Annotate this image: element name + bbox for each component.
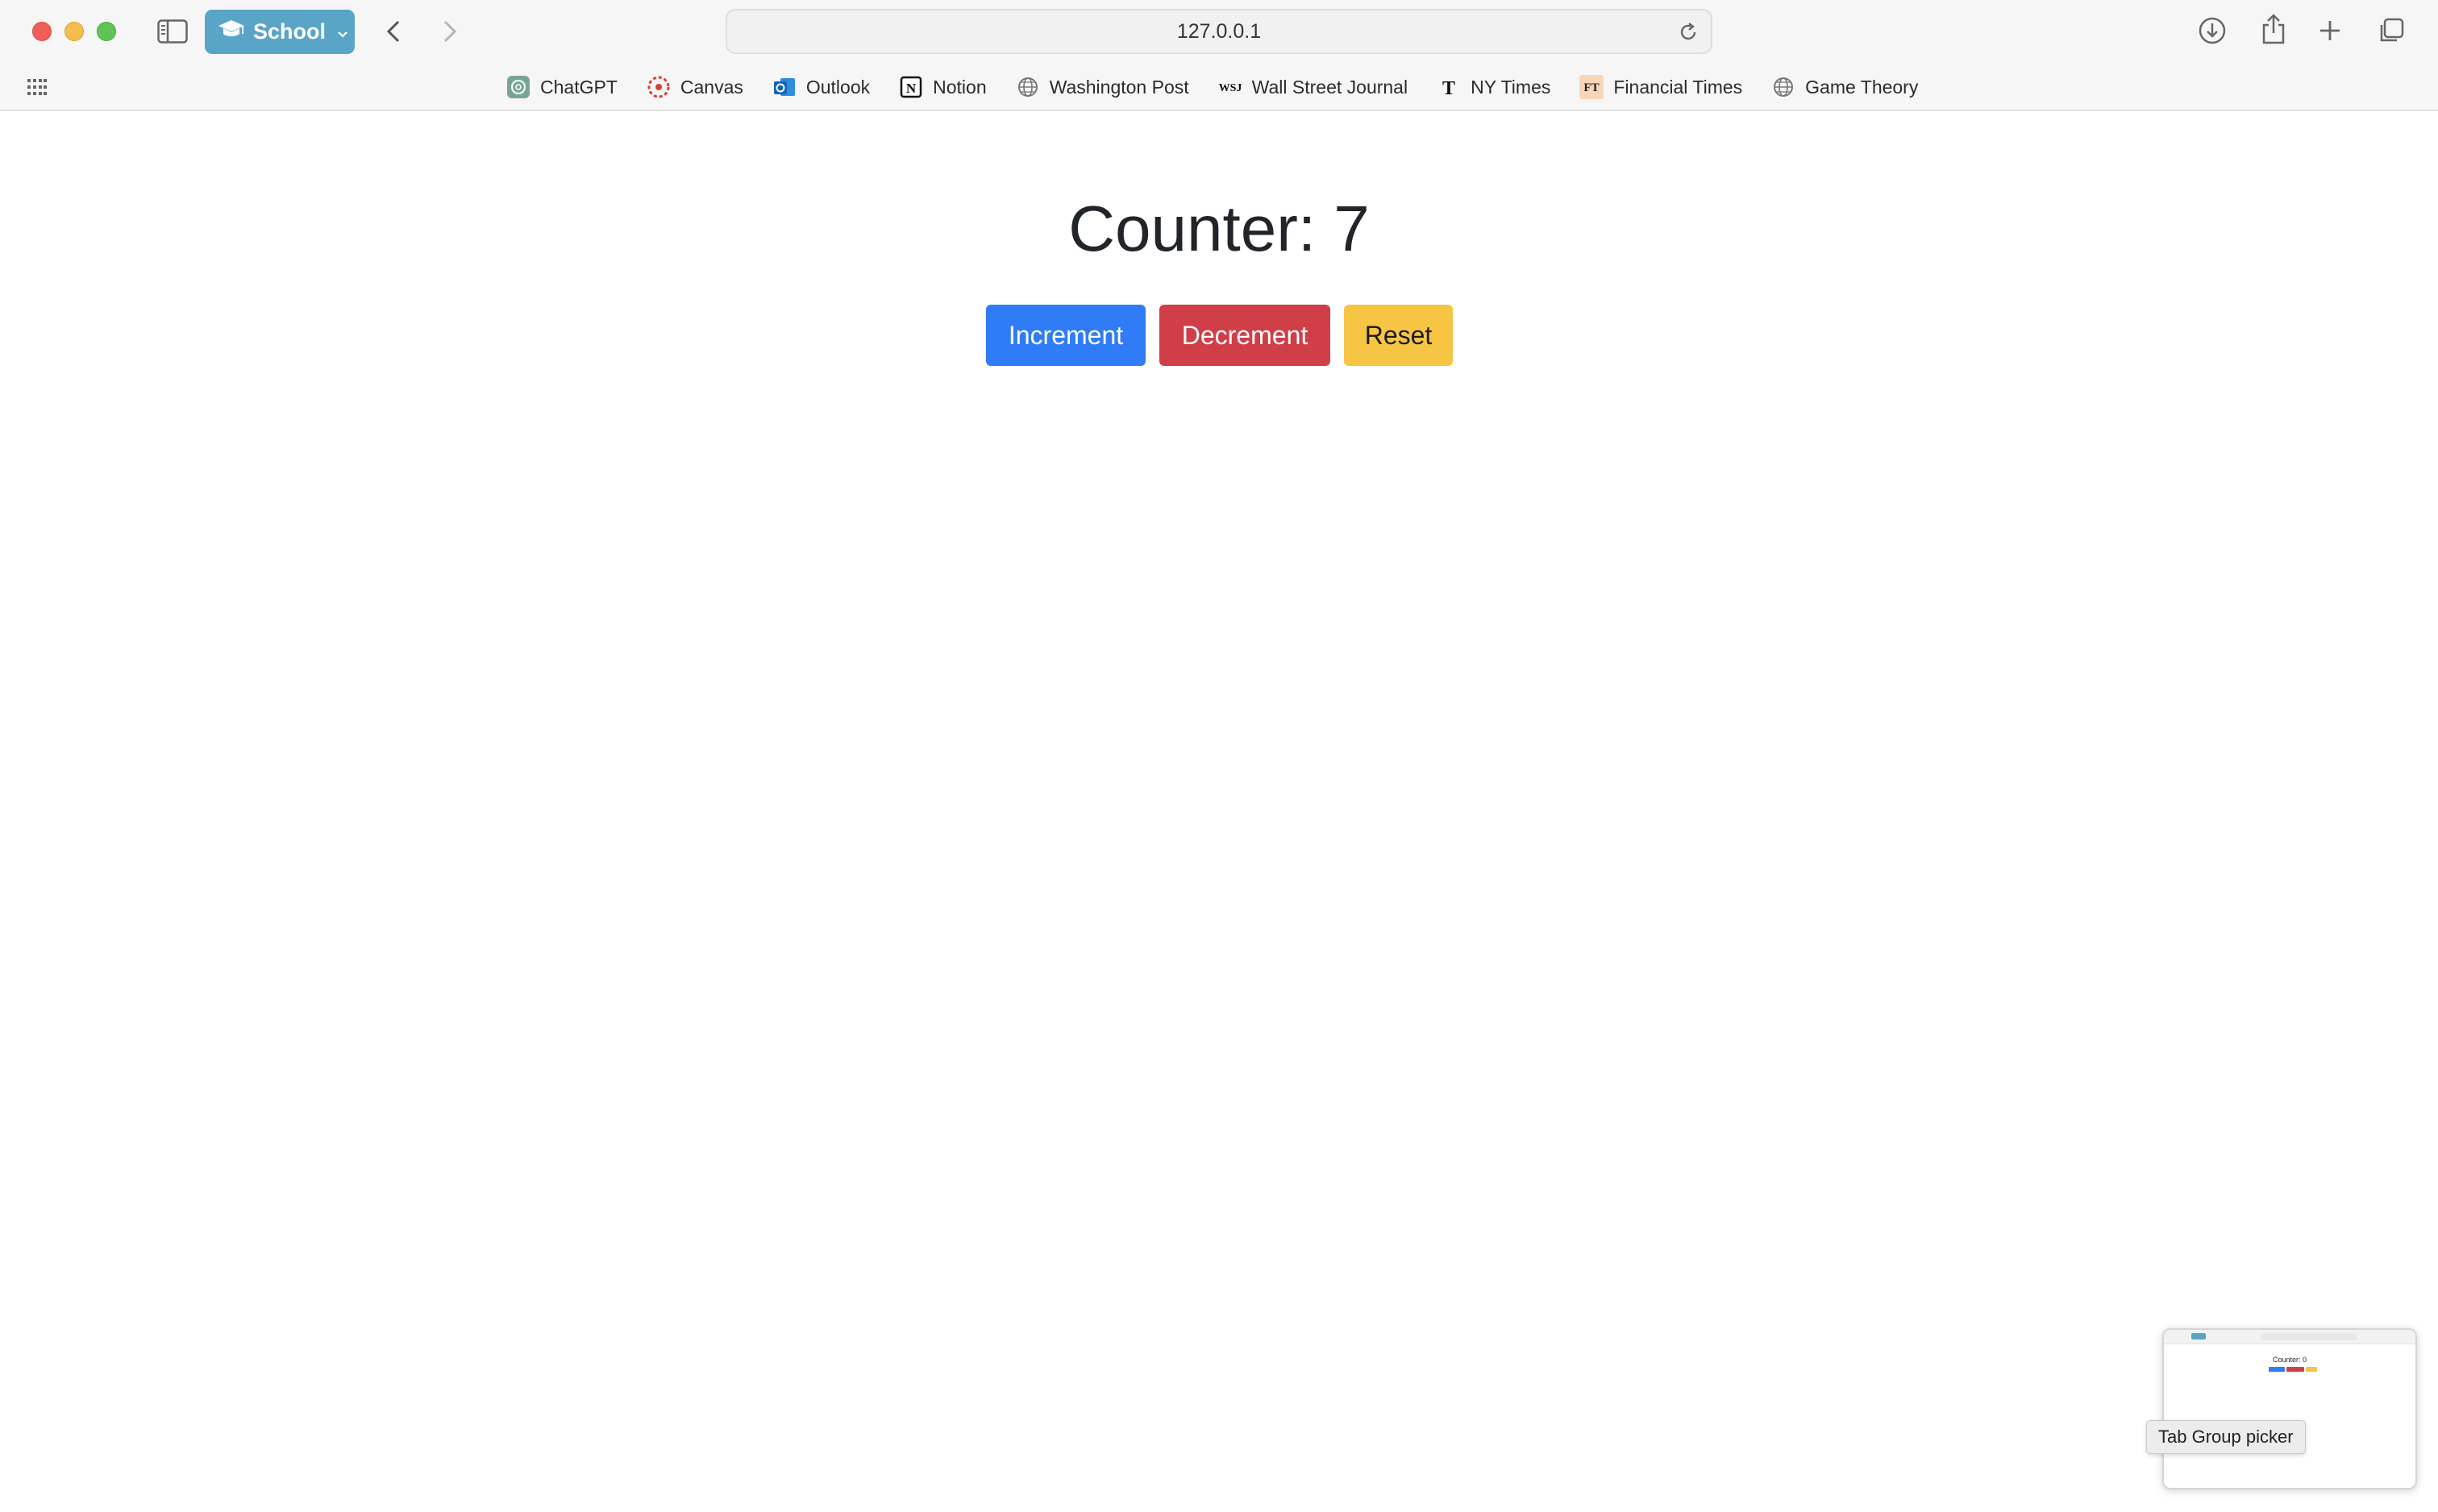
downloads-icon[interactable] [2196,15,2228,47]
decrement-button[interactable]: Decrement [1159,305,1330,366]
reload-icon[interactable] [1677,21,1700,49]
back-button[interactable] [379,16,408,47]
address-text: 127.0.0.1 [1176,19,1262,43]
preview-address-bar [2261,1333,2357,1340]
wsj-icon: WSJ [1218,75,1242,99]
favorite-label: Outlook [805,76,871,98]
counter-heading: Counter: 7 [1068,193,1370,264]
sidebar-toggle-icon[interactable] [156,18,189,45]
globe-icon [1771,75,1795,99]
app-grid-icon[interactable] [27,79,47,99]
favorite-wall-street-journal[interactable]: WSJ Wall Street Journal [1218,75,1408,99]
favorite-game-theory[interactable]: Game Theory [1771,75,1918,99]
preview-decrement-button [2286,1367,2304,1372]
preview-buttons [2269,1367,2317,1372]
favorite-canvas[interactable]: Canvas [647,75,743,99]
ft-icon: FT [1579,75,1604,99]
preview-heading: Counter: 0 [2272,1356,2307,1364]
notion-icon: N [899,75,923,99]
favorite-notion[interactable]: N Notion [899,75,987,99]
zoom-window-button[interactable] [97,22,116,41]
favorite-chatgpt[interactable]: ChatGPT [506,75,618,99]
favorite-financial-times[interactable]: FT Financial Times [1579,75,1742,99]
svg-text:T: T [1442,78,1455,98]
favorites-list: ChatGPT Canvas Outlook N Notion Washingt… [506,63,1918,111]
preview-tab-group [2191,1333,2206,1340]
favorite-label: Washington Post [1049,76,1189,98]
favorite-label: Game Theory [1805,76,1919,98]
favorite-label: NY Times [1471,76,1551,98]
tab-group-label: School [253,19,327,44]
increment-button[interactable]: Increment [986,305,1146,366]
minimize-window-button[interactable] [64,22,84,41]
favorite-ny-times[interactable]: T NY Times [1437,75,1550,99]
tab-group-picker-tooltip: Tab Group picker [2146,1420,2306,1454]
outlook-icon [772,75,797,99]
canvas-icon [647,75,671,99]
favorite-washington-post[interactable]: Washington Post [1016,75,1189,99]
close-window-button[interactable] [32,22,52,41]
reset-button[interactable]: Reset [1344,305,1453,366]
favorite-label: Canvas [680,76,743,98]
favorites-bar: ChatGPT Canvas Outlook N Notion Washingt… [0,63,2438,111]
favorite-outlook[interactable]: Outlook [772,75,870,99]
chevron-down-icon [337,19,348,44]
browser-toolbar: School 127.0.0.1 [0,0,2438,63]
favorite-label: ChatGPT [540,76,618,98]
tab-overview-icon[interactable] [2375,16,2406,47]
forward-button[interactable] [435,16,464,47]
favorite-label: Financial Times [1613,76,1743,98]
browser-window: School 127.0.0.1 ChatGPT Canvas Outlook … [0,0,2438,1512]
page-content: Counter: 7 Increment Decrement Reset [0,113,2438,1512]
preview-reset-button [2306,1367,2317,1372]
chatgpt-icon [506,75,530,99]
tab-group-button[interactable]: School [205,10,355,54]
favorite-label: Notion [933,76,987,98]
address-bar[interactable]: 127.0.0.1 [726,9,1712,54]
button-row: Increment Decrement Reset [986,305,1453,366]
tab-preview-thumbnail[interactable]: Counter: 0 [2162,1328,2417,1489]
favorite-label: Wall Street Journal [1251,76,1408,98]
nyt-icon: T [1437,75,1461,99]
graduation-cap-icon [218,19,245,45]
globe-icon [1016,75,1040,99]
svg-text:N: N [906,81,917,96]
share-icon[interactable] [2257,11,2290,47]
new-tab-icon[interactable] [2315,16,2344,45]
preview-increment-button [2269,1367,2285,1372]
svg-text:FT: FT [1584,81,1600,94]
svg-text:WSJ: WSJ [1218,82,1242,94]
